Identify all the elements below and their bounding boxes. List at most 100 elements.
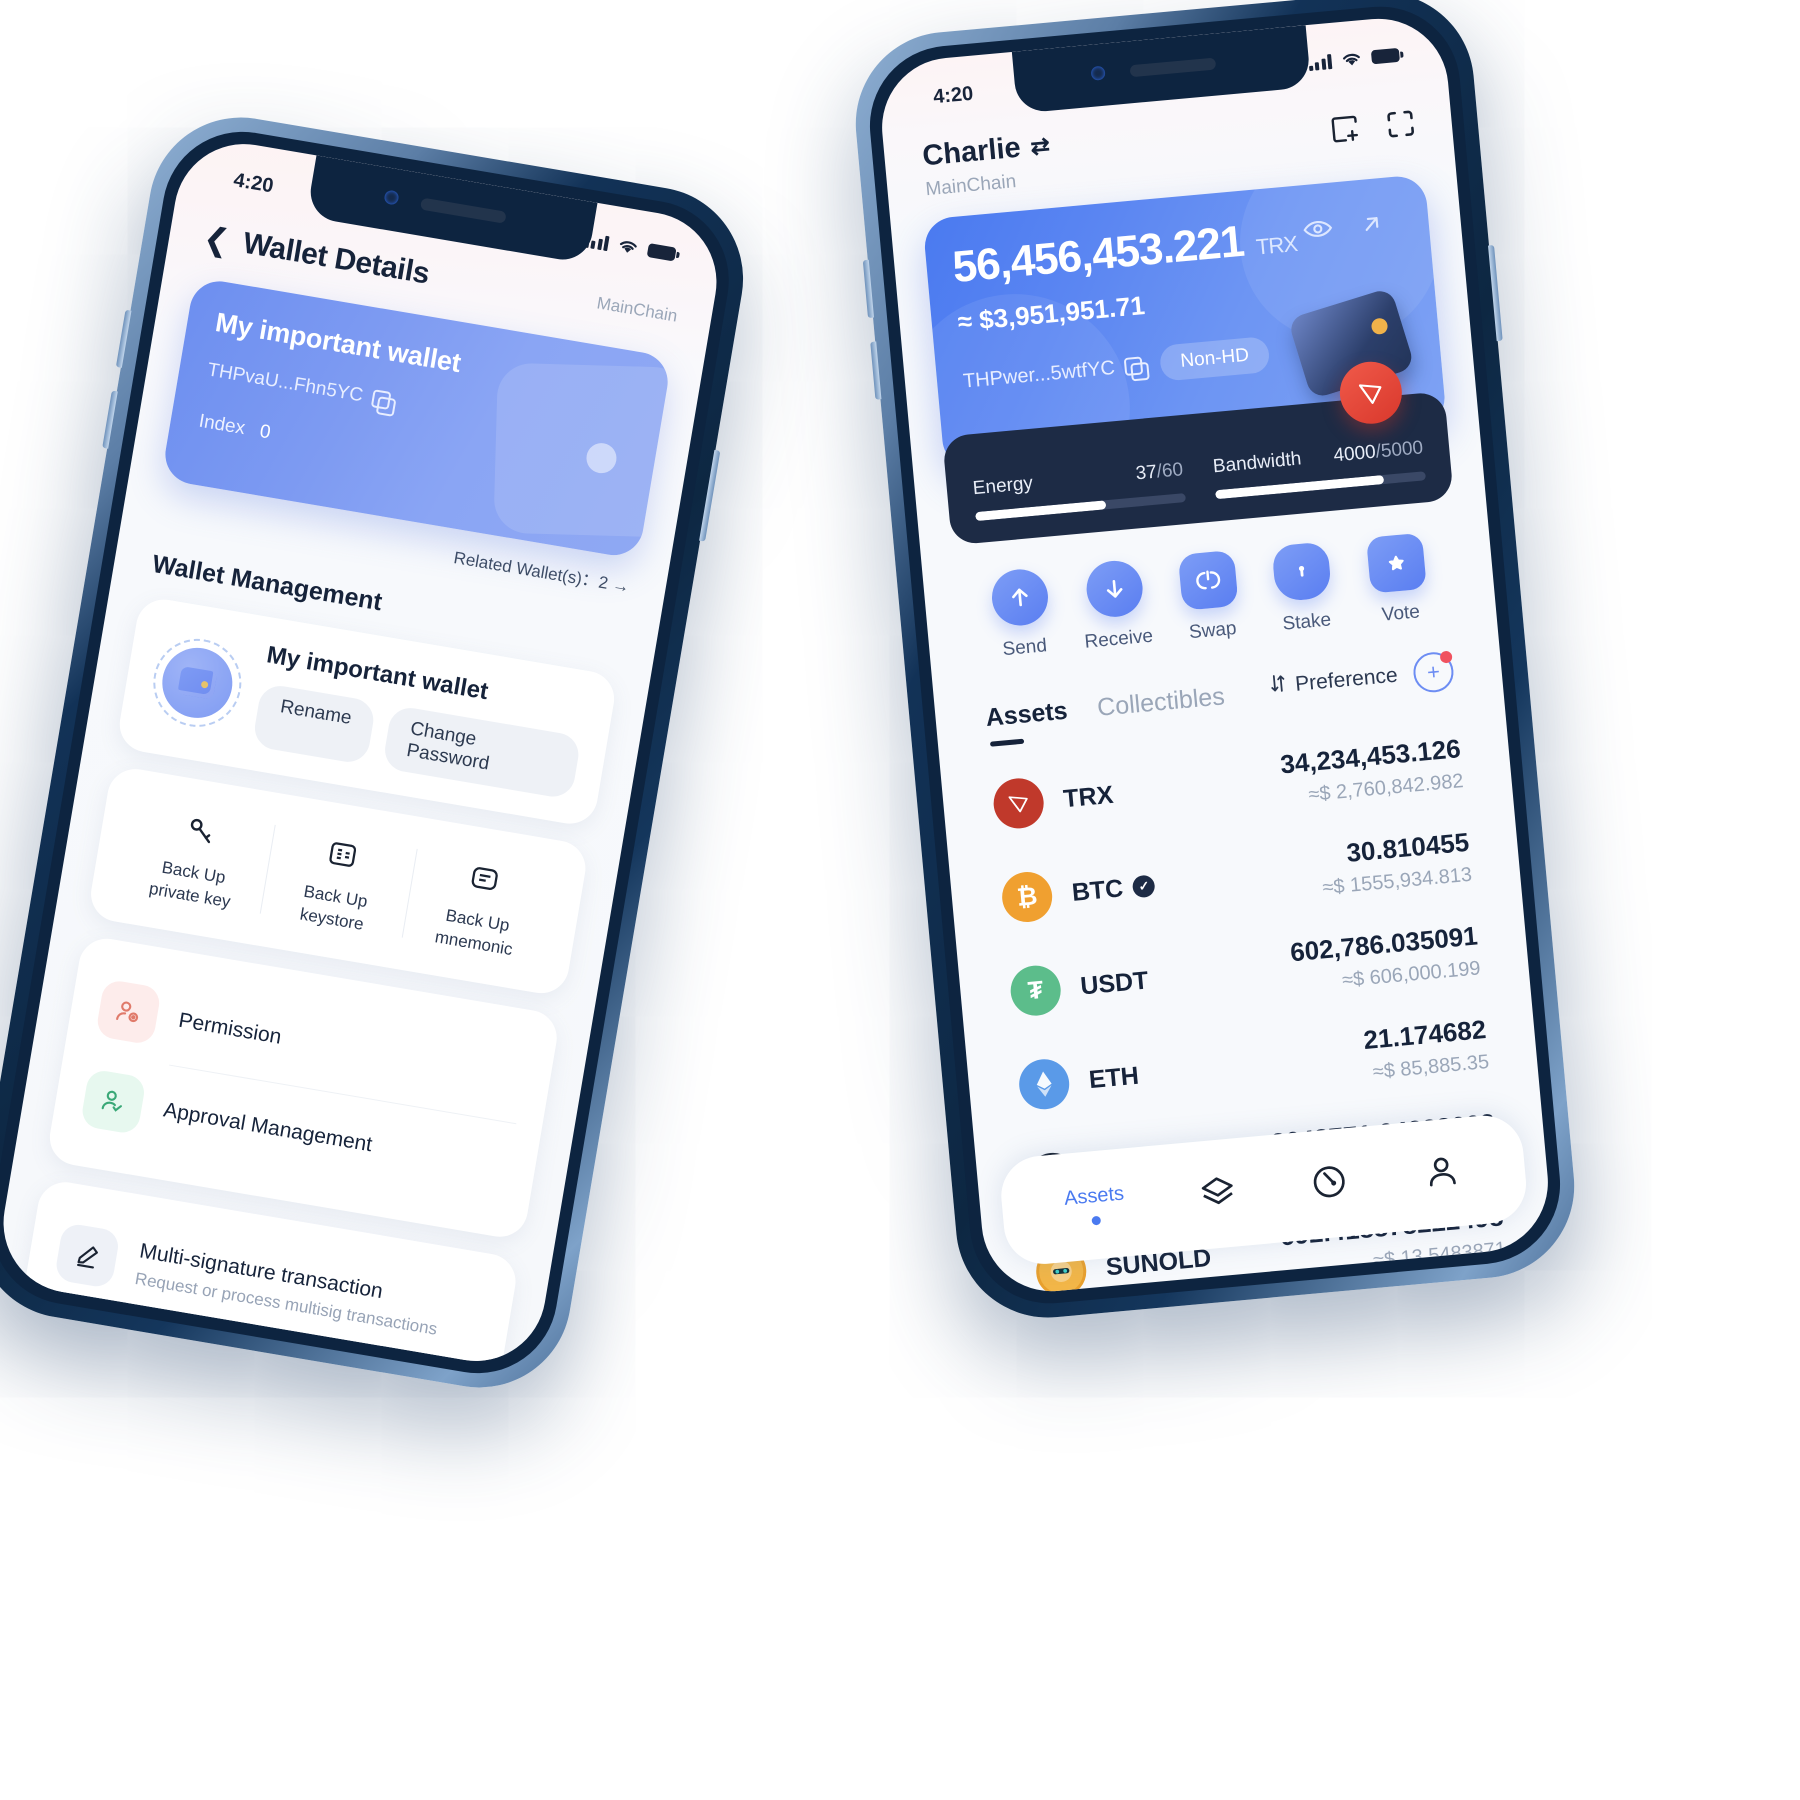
volume-up-button[interactable] — [115, 309, 132, 368]
page-title: Wallet Details — [240, 226, 432, 291]
status-indicators — [583, 231, 677, 262]
wallet-avatar-icon[interactable] — [146, 632, 249, 734]
volume-down-button[interactable] — [102, 390, 118, 449]
sort-arrows-icon — [1268, 673, 1288, 701]
asset-symbol: BTC ✓ — [1071, 871, 1157, 907]
asset-values: 34,234,453.126 ≈$ 2,760,842.982 — [1279, 733, 1464, 809]
permission-label: Permission — [176, 1008, 284, 1049]
arrow-up-right-icon[interactable] — [1357, 210, 1386, 245]
account-block[interactable]: Charlie ⇄ MainChain — [921, 129, 1054, 201]
asset-symbol: ETH — [1087, 1061, 1141, 1094]
action-receive[interactable]: Receive — [1065, 557, 1167, 655]
tabbar-assets-label: Assets — [1063, 1182, 1125, 1210]
wallet-identity-text: My important wallet Rename Change Passwo… — [251, 641, 589, 800]
tabbar-item-explore[interactable] — [1308, 1160, 1352, 1208]
action-vote[interactable]: Vote — [1347, 531, 1449, 629]
asset-usd: ≈$ 85,885.35 — [1371, 1050, 1490, 1084]
rename-button[interactable]: Rename — [251, 682, 377, 766]
status-indicators — [1308, 47, 1401, 71]
add-wallet-icon[interactable] — [1326, 111, 1363, 148]
wallet-identity-row: My important wallet Rename Change Passwo… — [145, 623, 589, 800]
phone-left-wallet-details: 4:20 ❮ Wallet Details MainChain My impor… — [0, 103, 758, 1402]
bitcoin-logo-icon: ₿ — [999, 869, 1055, 925]
backup-mnemonic-button[interactable]: Back Up mnemonic — [400, 841, 560, 969]
preference-label: Preference — [1294, 663, 1399, 696]
approval-icon — [79, 1068, 147, 1136]
balance-amount: 56,456,453.221 — [950, 216, 1246, 293]
backup-keystore-label: Back Up keystore — [298, 881, 369, 934]
shield-lock-icon — [1271, 541, 1333, 603]
backup-keystore-button[interactable]: Back Up keystore — [258, 817, 418, 945]
bandwidth-fill — [1215, 475, 1384, 500]
asset-values: 21.174682 ≈$ 85,885.35 — [1362, 1014, 1490, 1085]
header-icons — [1325, 96, 1419, 148]
pencil-icon — [53, 1222, 121, 1289]
backup-mnemonic-label: Back Up mnemonic — [433, 905, 515, 959]
profile-icon — [1423, 1157, 1464, 1197]
asset-values: 30.810455 ≈$ 1555,934.813 — [1318, 827, 1473, 900]
ethereum-logo-icon — [1017, 1057, 1072, 1112]
chain-label[interactable]: MainChain — [595, 293, 678, 326]
power-button[interactable] — [699, 449, 721, 542]
phone-bezel: 4:20 Charlie ⇄ MainChain 56,456,453.221 … — [863, 0, 1567, 1311]
permission-icon — [95, 978, 162, 1046]
preference-button[interactable]: Preference — [1268, 663, 1399, 701]
status-time: 4:20 — [231, 168, 276, 197]
phone-right-wallet-home: 4:20 Charlie ⇄ MainChain 56,456,453.221 … — [847, 0, 1583, 1326]
ticket-icon — [1365, 532, 1427, 594]
action-stake[interactable]: Stake — [1253, 540, 1355, 638]
backup-private-key-button[interactable]: Back Up private key — [116, 793, 276, 921]
power-button[interactable] — [1488, 245, 1503, 342]
wallet-details-body: ❮ Wallet Details MainChain My important … — [0, 133, 727, 1372]
wifi-icon — [619, 241, 637, 253]
tether-logo-icon: ₮ — [1008, 963, 1063, 1018]
change-password-button[interactable]: Change Password — [381, 704, 582, 800]
energy-label: Energy — [971, 472, 1034, 500]
asset-amount: 21.174682 — [1362, 1014, 1488, 1056]
multisig-row[interactable]: Multi-signature transaction Request or p… — [49, 1206, 490, 1367]
tabbar-item-assets[interactable]: Assets — [1063, 1183, 1126, 1228]
explore-icon — [1310, 1165, 1351, 1207]
dapp-connection-row[interactable]: DApp Connection — [23, 1360, 464, 1372]
tabbar-item-profile[interactable] — [1420, 1149, 1464, 1197]
switch-account-icon[interactable]: ⇄ — [1029, 132, 1051, 161]
earpiece-speaker — [1130, 57, 1217, 78]
volume-down-button[interactable] — [870, 341, 882, 400]
status-time: 4:20 — [932, 82, 975, 108]
asset-values: 602,786.035091 ≈$ 606,000.199 — [1289, 920, 1482, 997]
front-camera-icon — [383, 189, 400, 206]
front-camera-icon — [1090, 65, 1106, 81]
copy-icon[interactable] — [1123, 356, 1144, 376]
eye-icon[interactable] — [1302, 217, 1334, 248]
energy-track — [975, 493, 1187, 522]
active-indicator-dot — [1091, 1215, 1102, 1226]
tabbar-item-layers[interactable] — [1195, 1170, 1239, 1218]
avatar — [156, 642, 238, 724]
backup-private-key-label: Back Up private key — [147, 857, 232, 912]
asset-symbol: TRX — [1062, 780, 1115, 813]
bandwidth-track — [1215, 471, 1427, 500]
resource-energy[interactable]: Energy 37/60 — [971, 459, 1187, 522]
multisig-text: Multi-signature transaction Request or p… — [133, 1239, 443, 1339]
scan-icon[interactable] — [1382, 106, 1419, 143]
wallet-home-body: Charlie ⇄ MainChain 56,456,453.221 TRX ≈… — [876, 13, 1554, 1298]
layers-icon — [1198, 1176, 1239, 1218]
card-decoration — [493, 362, 673, 538]
asset-amount: 30.810455 — [1345, 826, 1471, 868]
copy-icon[interactable] — [371, 389, 392, 411]
key-icon — [130, 799, 271, 861]
account-name-row[interactable]: Charlie ⇄ — [921, 129, 1051, 173]
wallet-type-badge: Non-HD — [1159, 335, 1271, 382]
bandwidth-label: Bandwidth — [1211, 448, 1303, 478]
chain-label: MainChain — [924, 171, 1018, 201]
chevron-left-icon[interactable]: ❮ — [201, 219, 232, 258]
action-swap[interactable]: Swap — [1159, 548, 1261, 646]
add-token-icon[interactable]: + — [1411, 650, 1456, 695]
wallet-address: THPvaU...Fhn5YC — [205, 359, 365, 407]
volume-up-button[interactable] — [862, 259, 875, 319]
swap-icon — [1177, 549, 1239, 611]
resource-bandwidth[interactable]: Bandwidth 4000/5000 — [1211, 437, 1427, 500]
phone-bezel: 4:20 ❮ Wallet Details MainChain My impor… — [0, 119, 741, 1386]
mnemonic-icon — [414, 848, 555, 910]
action-send[interactable]: Send — [971, 565, 1073, 663]
